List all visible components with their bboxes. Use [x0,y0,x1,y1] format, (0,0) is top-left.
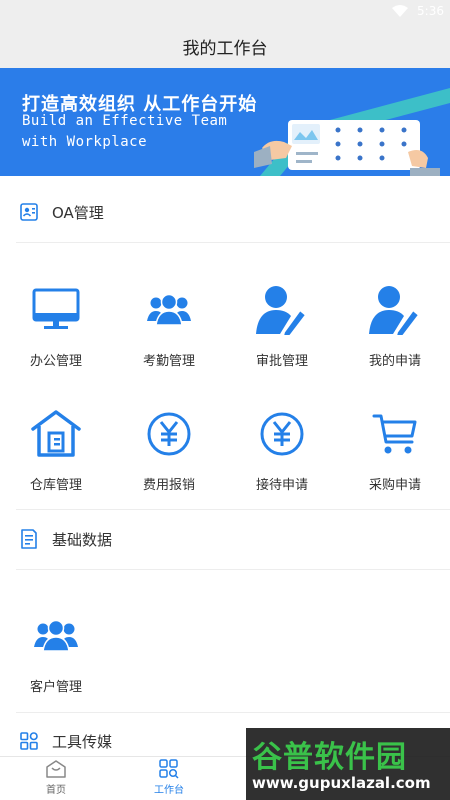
section-oa-title: OA管理 [52,203,104,222]
grid-item-label: 采购申请 [368,478,421,493]
grid-item-reception[interactable]: 接待申请 [226,408,338,508]
warehouse-icon [30,408,82,460]
grid-item-label: 费用报销 [142,478,195,493]
grid-item-expense[interactable]: 费用报销 [113,408,225,508]
grid-item-attendance[interactable]: 考勤管理 [113,284,225,384]
nav-label-home: 首页 [46,785,66,796]
section-tools-title: 工具传媒 [52,732,113,751]
wifi-icon [392,5,408,17]
watermark-title: 谷普软件园 [252,740,407,775]
grid-item-label: 审批管理 [255,354,308,369]
grid-item-approval[interactable]: 审批管理 [226,284,338,384]
grid-item-purchase[interactable]: 采购申请 [339,408,450,508]
section-basic-header: 基础数据 [0,509,450,569]
grid-item-label: 客户管理 [29,680,82,695]
grid-item-label: 我的申请 [368,354,421,369]
nav-label-workbench: 工作台 [154,785,184,796]
grid-item-label: 仓库管理 [29,478,82,493]
grid-item-office[interactable]: 办公管理 [0,284,112,384]
document-icon [21,529,37,549]
grid-item-warehouse[interactable]: 仓库管理 [0,408,112,508]
divider [16,569,450,570]
banner-subline-1: Build an Effective Team [22,113,228,129]
banner-illustration [254,88,450,176]
grid-item-customer[interactable]: 客户管理 [0,610,112,710]
group-icon [143,284,195,336]
status-time: 5:36 [417,4,444,18]
watermark: 谷普软件园 www.gupuxlazal.com [246,728,450,800]
grid-item-label: 办公管理 [29,354,82,369]
user-edit-icon [256,284,308,336]
status-bar: 5:36 [0,0,450,24]
grid-item-label: 接待申请 [255,478,308,493]
banner-subline-2: with Workplace [22,134,148,150]
nav-item-home[interactable]: 首页 [26,759,86,796]
cart-icon [369,408,421,460]
nav-item-workbench[interactable]: 工作台 [139,759,199,796]
banner[interactable]: 打造高效组织 从工作台开始 Build an Effective Team wi… [0,68,450,176]
grid-item-my-application[interactable]: 我的申请 [339,284,450,384]
workbench-icon [159,759,179,779]
home-icon [46,760,66,778]
grid-apps-icon [20,732,38,750]
yen-circle-icon [143,408,195,460]
yen-circle-icon [256,408,308,460]
page-title: 我的工作台 [182,38,268,59]
section-oa-header: OA管理 [0,182,450,242]
user-edit-icon [369,284,421,336]
watermark-url: www.gupuxlazal.com [252,774,431,792]
section-basic-title: 基础数据 [52,530,113,549]
group-icon [30,610,82,662]
grid-item-label: 考勤管理 [142,354,195,369]
title-bar: 我的工作台 [0,24,450,68]
id-card-icon [20,203,38,221]
divider [16,242,450,243]
monitor-icon [30,284,82,336]
